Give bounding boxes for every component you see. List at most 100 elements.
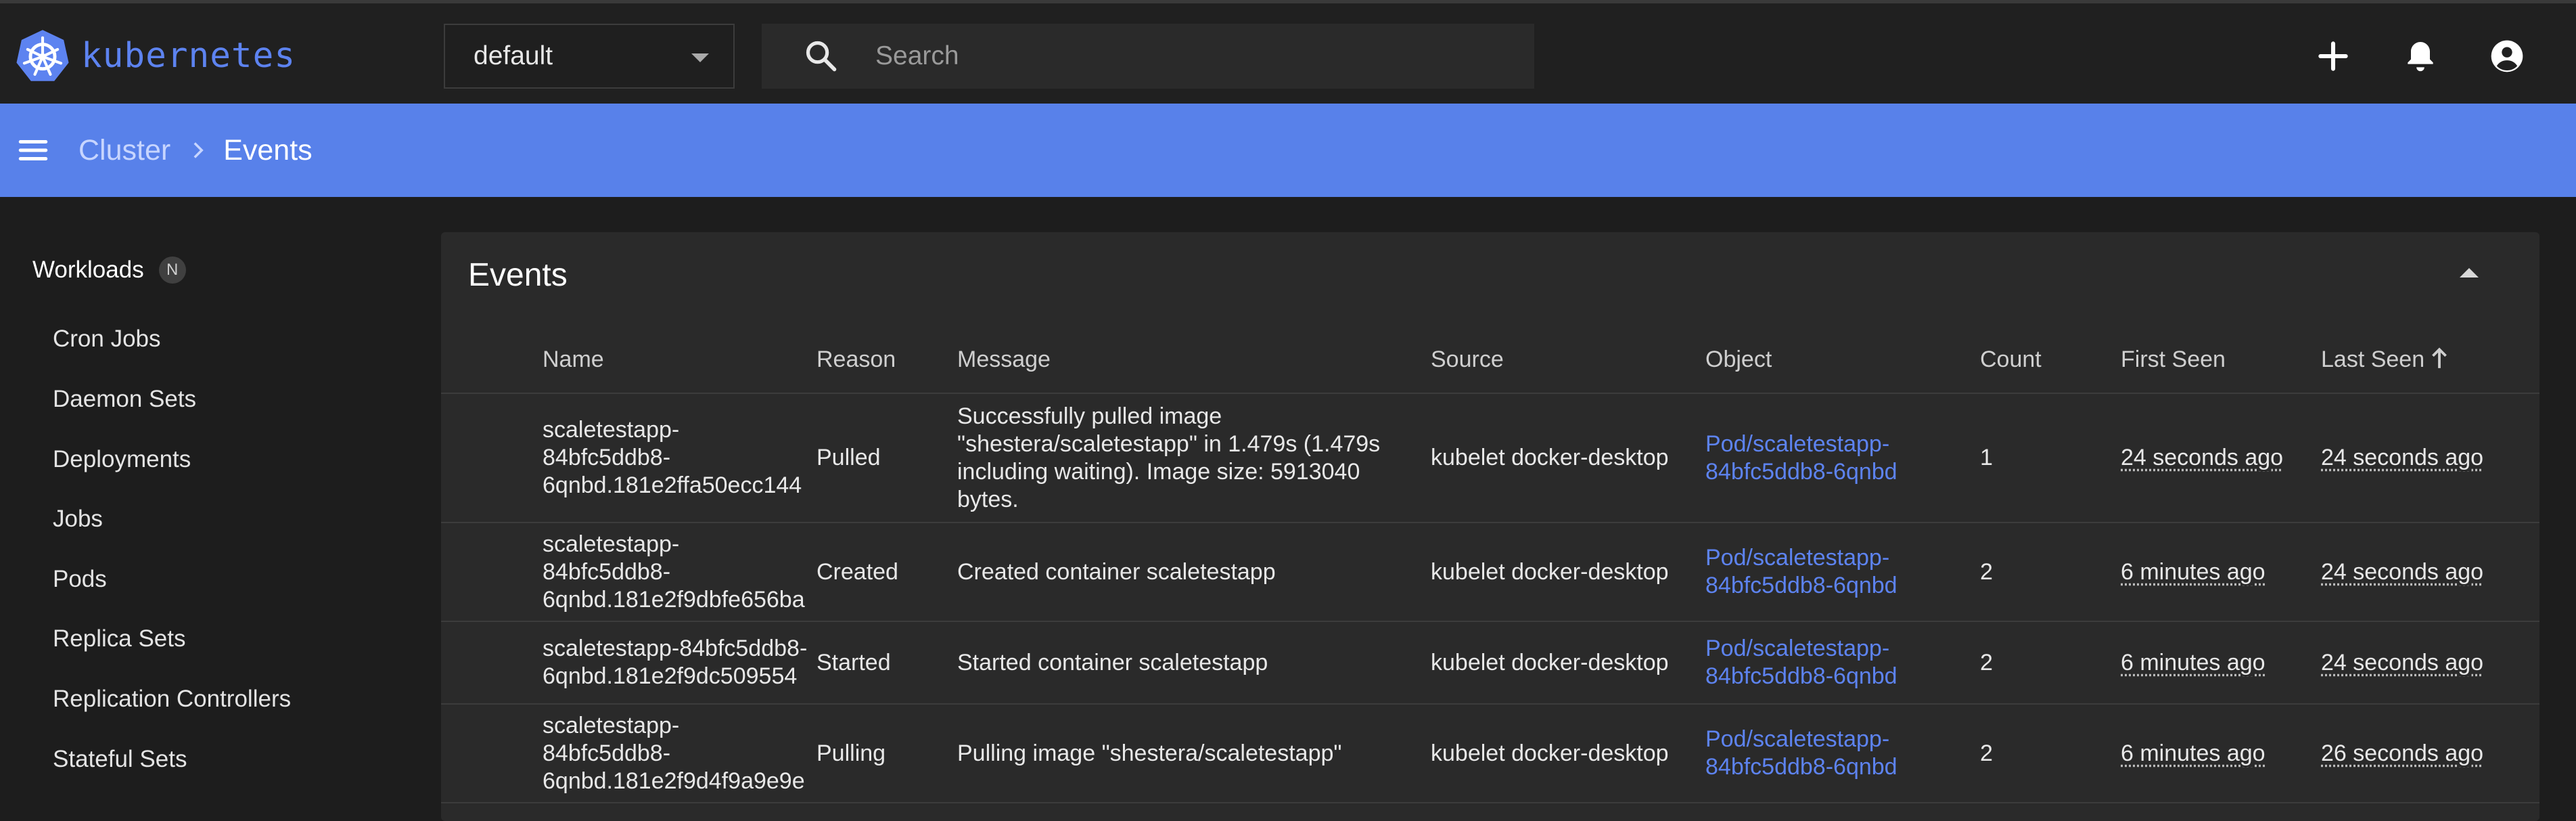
- event-object-line: Pod/scaletestapp-: [1705, 545, 1890, 571]
- breadcrumb-cluster[interactable]: Cluster: [78, 134, 170, 167]
- column-header-count[interactable]: Count: [1980, 327, 2121, 394]
- breadcrumb-events: Events: [223, 133, 313, 167]
- first-seen-time: 6 minutes ago: [2121, 649, 2266, 675]
- event-count: 1: [1980, 393, 2121, 523]
- brand-name: kubernetes: [81, 35, 296, 76]
- last-seen-time: 26 seconds ago: [2321, 740, 2484, 766]
- event-message-line: bytes.: [957, 486, 1019, 512]
- event-first-seen: 6 minutes ago: [2121, 704, 2321, 803]
- column-header-first-seen[interactable]: First Seen: [2121, 327, 2321, 394]
- sidebar-item-replication-controllers[interactable]: Replication Controllers: [53, 686, 291, 713]
- home-logo[interactable]: kubernetes: [15, 28, 296, 83]
- events-table: Name Reason Message Source Object Count …: [441, 327, 2539, 803]
- menu-icon[interactable]: [16, 133, 50, 167]
- event-source: kubelet docker-desktop: [1431, 704, 1705, 803]
- event-message-line: "shestera/scaletestapp" in 1.479s (1.479…: [957, 430, 1381, 457]
- event-count: 2: [1980, 704, 2121, 803]
- event-name-line: 84bfc5ddb8-: [543, 445, 671, 470]
- breadcrumb-bar: Cluster Events: [0, 104, 2576, 197]
- event-name-line: 6qnbd.181e2f9d4f9a9e9e: [543, 768, 805, 794]
- last-seen-time: 24 seconds ago: [2321, 558, 2484, 585]
- account-icon[interactable]: [2488, 37, 2526, 75]
- kubernetes-helm-icon: [16, 30, 69, 81]
- table-row[interactable]: scaletestapp- 84bfc5ddb8- 6qnbd.181e2f9d…: [441, 523, 2539, 622]
- sidebar-item-pods[interactable]: Pods: [53, 566, 107, 593]
- search-bar: [762, 24, 1534, 89]
- event-first-seen: 6 minutes ago: [2121, 621, 2321, 705]
- event-message-line: Successfully pulled image: [957, 403, 1222, 429]
- event-object-line: 84bfc5ddb8-6qnbd: [1705, 663, 1898, 689]
- events-card: Events Name Reason Message Source Object…: [441, 232, 2539, 821]
- column-header-object[interactable]: Object: [1705, 327, 1980, 394]
- table-row[interactable]: scaletestapp- 84bfc5ddb8- 6qnbd.181e2f9d…: [441, 704, 2539, 803]
- first-seen-time: 6 minutes ago: [2121, 740, 2266, 766]
- collapse-icon[interactable]: [2460, 268, 2479, 278]
- card-title: Events: [468, 257, 568, 293]
- last-seen-label: Last Seen: [2321, 347, 2425, 372]
- plus-icon[interactable]: [2314, 37, 2352, 75]
- column-header-message[interactable]: Message: [957, 327, 1431, 394]
- event-name-line: 84bfc5ddb8-: [543, 558, 671, 585]
- event-reason: Pulling: [816, 704, 957, 803]
- event-reason: Started: [816, 621, 957, 705]
- event-name-line: scaletestapp-: [543, 417, 680, 443]
- event-last-seen: 24 seconds ago: [2321, 393, 2539, 523]
- event-count: 2: [1980, 523, 2121, 622]
- event-name-line: 84bfc5ddb8-: [543, 740, 671, 766]
- event-object-line: 84bfc5ddb8-6qnbd: [1705, 573, 1898, 598]
- search-icon[interactable]: [804, 39, 839, 74]
- first-seen-time: 6 minutes ago: [2121, 558, 2266, 585]
- event-message: Started container scaletestapp: [957, 621, 1431, 705]
- bell-icon[interactable]: [2401, 37, 2439, 75]
- header-spacer: [441, 327, 543, 394]
- event-name: scaletestapp- 84bfc5ddb8- 6qnbd.181e2f9d…: [543, 704, 816, 803]
- event-last-seen: 26 seconds ago: [2321, 704, 2539, 803]
- event-object-line: Pod/scaletestapp-: [1705, 726, 1890, 752]
- sidebar-item-cron-jobs[interactable]: Cron Jobs: [53, 326, 161, 353]
- sort-ascending-icon[interactable]: [2430, 347, 2449, 370]
- column-header-name[interactable]: Name: [543, 327, 816, 394]
- column-header-source[interactable]: Source: [1431, 327, 1705, 394]
- event-name: scaletestapp-84bfc5ddb8- 6qnbd.181e2f9dc…: [543, 621, 816, 705]
- event-reason: Created: [816, 523, 957, 622]
- event-name: scaletestapp- 84bfc5ddb8- 6qnbd.181e2f9d…: [543, 523, 816, 622]
- event-name-line: scaletestapp-: [543, 712, 680, 738]
- sidebar-item-stateful-sets[interactable]: Stateful Sets: [53, 746, 187, 773]
- event-source: kubelet docker-desktop: [1431, 523, 1705, 622]
- event-message: Pulling image "shestera/scaletestapp": [957, 704, 1431, 803]
- sidebar-section-workloads[interactable]: Workloads N: [32, 257, 186, 284]
- event-object-link[interactable]: Pod/scaletestapp- 84bfc5ddb8-6qnbd: [1705, 704, 1980, 803]
- event-source: kubelet docker-desktop: [1431, 393, 1705, 523]
- event-name-line: scaletestapp-: [543, 531, 680, 557]
- event-object-line: Pod/scaletestapp-: [1705, 430, 1890, 457]
- event-name: scaletestapp- 84bfc5ddb8- 6qnbd.181e2ffa…: [543, 393, 816, 523]
- event-object-link[interactable]: Pod/scaletestapp- 84bfc5ddb8-6qnbd: [1705, 393, 1980, 523]
- sidebar-item-jobs[interactable]: Jobs: [53, 506, 103, 533]
- first-seen-time: 24 seconds ago: [2121, 445, 2284, 470]
- namespace-value: default: [474, 41, 553, 70]
- event-name-line: scaletestapp-84bfc5ddb8-: [543, 636, 808, 661]
- row-spacer: [441, 621, 543, 705]
- row-spacer: [441, 704, 543, 803]
- table-header-row: Name Reason Message Source Object Count …: [441, 327, 2539, 394]
- event-message: Successfully pulled image "shestera/scal…: [957, 393, 1431, 523]
- sidebar-item-replica-sets[interactable]: Replica Sets: [53, 625, 185, 652]
- event-name-line: 6qnbd.181e2ffa50ecc144: [543, 472, 802, 498]
- event-object-line: 84bfc5ddb8-6qnbd: [1705, 458, 1898, 485]
- event-last-seen: 24 seconds ago: [2321, 621, 2539, 705]
- event-object-line: Pod/scaletestapp-: [1705, 636, 1890, 661]
- search-input[interactable]: [874, 41, 1486, 72]
- event-object-link[interactable]: Pod/scaletestapp- 84bfc5ddb8-6qnbd: [1705, 523, 1980, 622]
- column-header-last-seen[interactable]: Last Seen: [2321, 327, 2539, 394]
- column-header-reason[interactable]: Reason: [816, 327, 957, 394]
- sidebar-item-deployments[interactable]: Deployments: [53, 446, 191, 473]
- table-row[interactable]: scaletestapp- 84bfc5ddb8- 6qnbd.181e2ffa…: [441, 393, 2539, 523]
- namespace-select[interactable]: default: [444, 24, 735, 89]
- table-row[interactable]: scaletestapp-84bfc5ddb8- 6qnbd.181e2f9dc…: [441, 621, 2539, 705]
- row-spacer: [441, 393, 543, 523]
- sidebar: Workloads N Cron Jobs Daemon Sets Deploy…: [0, 197, 422, 812]
- event-first-seen: 24 seconds ago: [2121, 393, 2321, 523]
- event-count: 2: [1980, 621, 2121, 705]
- event-object-link[interactable]: Pod/scaletestapp- 84bfc5ddb8-6qnbd: [1705, 621, 1980, 705]
- sidebar-item-daemon-sets[interactable]: Daemon Sets: [53, 386, 196, 413]
